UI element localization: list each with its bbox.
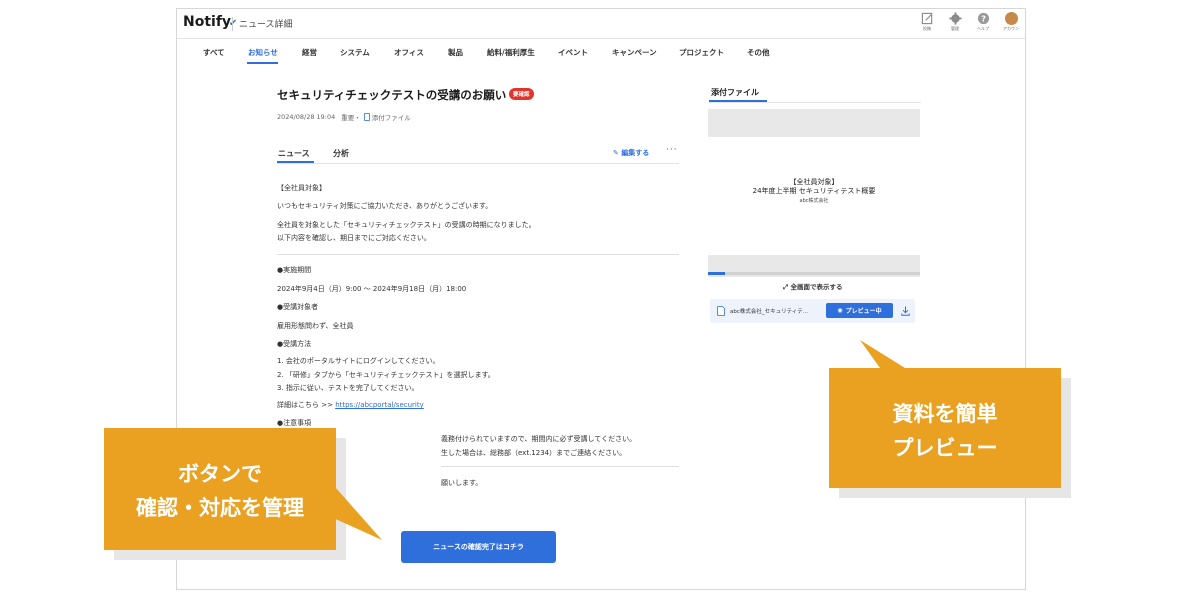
download-icon[interactable]: [901, 306, 910, 316]
tabs-divider: [277, 163, 679, 164]
article-title: セキュリティチェックテストの受講のお願い: [277, 88, 507, 102]
tab-analysis[interactable]: 分析: [333, 148, 349, 159]
article-attachment-link[interactable]: 添付ファイル: [372, 112, 411, 122]
category-nav: すべて お知らせ 経営 システム オフィス 製品 給料/福利厚生 イベント キャ…: [177, 39, 1025, 65]
attachments-divider: [709, 102, 921, 103]
nav-item-benefits[interactable]: 給料/福利厚生: [487, 47, 535, 58]
notes-divider: [441, 466, 679, 467]
callout-manage-buttons: ボタンで 確認・対応を管理: [104, 428, 336, 550]
nav-item-products[interactable]: 製品: [448, 47, 463, 58]
help-icon: ?: [977, 12, 989, 25]
body-greeting: いつもセキュリティ対策にご協力いただき、ありがとうございます。: [277, 202, 493, 210]
more-options-button[interactable]: ···: [666, 145, 678, 155]
callout-right-line-1: 資料を簡単: [892, 402, 998, 426]
attachment-file-row[interactable]: abc株式会社_セキュリティテ... ◉ プレビュー中: [710, 299, 915, 323]
svg-text:?: ?: [981, 13, 986, 23]
callout-left-line-2: 確認・対応を管理: [136, 496, 304, 520]
nav-item-system[interactable]: システム: [340, 47, 370, 58]
tab-news[interactable]: ニュース: [278, 148, 310, 159]
nav-item-management[interactable]: 経営: [302, 47, 317, 58]
nav-item-notices[interactable]: お知らせ: [248, 47, 278, 58]
body-intro-2: 以下内容を確認し、期日までにご対応ください。: [277, 234, 431, 242]
body-target: 【全社員対象】: [277, 184, 326, 192]
article-meta: 2024/08/28 19:04 重要・ 添付ファイル: [277, 112, 411, 122]
page-title: ニュース詳細: [239, 20, 293, 30]
pencil-icon: ✎: [613, 149, 619, 157]
avatar: [1004, 12, 1018, 25]
body-intro-1: 全社員を対象とした「セキュリティチェックテスト」の受講の時期になりました。: [277, 221, 536, 229]
audience-heading: ●受講対象者: [277, 303, 319, 311]
header-divider: [232, 17, 233, 31]
preview-progress-fill: [708, 272, 725, 275]
method-step-3: 3. 指示に従い、テストを完了してください。: [277, 384, 419, 392]
details-line: 詳細はこちら >> https://abcportal/security: [277, 401, 424, 409]
edit-button[interactable]: ✎ 編集する: [613, 148, 649, 158]
help-button[interactable]: ? ヘルプ: [969, 12, 997, 38]
note-2: 生した場合は、総務部（ext.1234）までご連絡ください。: [441, 449, 627, 457]
post-icon: [921, 12, 932, 25]
expand-icon: ⤢: [783, 283, 789, 291]
notes-heading: ●注意事項: [277, 419, 312, 427]
details-link[interactable]: https://abcportal/security: [335, 401, 424, 409]
status-badge: 要確認: [509, 88, 534, 100]
period-heading: ●実施期間: [277, 266, 312, 274]
gear-icon: [948, 12, 962, 25]
file-icon: [717, 306, 725, 316]
method-heading: ●受講方法: [277, 340, 312, 348]
callout-left-line-1: ボタンで: [178, 462, 262, 486]
closing-text: 願いします。: [441, 479, 483, 487]
paperclip-icon: [363, 113, 370, 121]
confirm-read-button[interactable]: ニュースの確認完了はコチラ: [401, 531, 556, 563]
preview-line-2: 24年度上半期 セキュリティテスト概要: [752, 187, 876, 195]
preview-line-3: abc株式会社: [799, 198, 829, 204]
nav-item-all[interactable]: すべて: [203, 47, 225, 58]
article-datetime: 2024/08/28 19:04: [277, 113, 336, 121]
period-text: 2024年9月4日（月）9:00 ～ 2024年9月18日（月）18:00: [277, 285, 467, 293]
body-divider: [277, 254, 679, 255]
nav-item-office[interactable]: オフィス: [394, 47, 424, 58]
eye-icon: ◉: [837, 307, 843, 314]
nav-item-events[interactable]: イベント: [558, 47, 588, 58]
method-step-2: 2. 「研修」タブから「セキュリティチェックテスト」を選択します。: [277, 371, 495, 379]
header-icons: 投稿 管理 ? ヘルプ アカウン: [913, 12, 1025, 38]
preview-progress-bar: [708, 272, 920, 275]
fullscreen-button[interactable]: ⤢ 全画面で表示する: [783, 281, 842, 292]
note-1: 義務付けられていますので、期間内に必ず受講してください。: [441, 435, 637, 443]
preview-button[interactable]: ◉ プレビュー中: [826, 303, 893, 318]
logo-check-icon: ✔: [229, 18, 238, 29]
attachments-title: 添付ファイル: [711, 88, 759, 97]
attachment-file-name: abc株式会社_セキュリティテ...: [730, 309, 809, 315]
method-step-1: 1. 会社のポータルサイトにログインしてください。: [277, 357, 440, 365]
nav-item-other[interactable]: その他: [747, 47, 770, 58]
account-button[interactable]: アカウン: [997, 12, 1025, 38]
audience-text: 雇用形態問わず、全社員: [277, 322, 354, 330]
article-importance: 重要・: [341, 114, 361, 122]
attachment-preview[interactable]: 【全社員対象】 24年度上半期 セキュリティテスト概要 abc株式会社: [708, 109, 920, 277]
app-header: Notify✔ ニュース詳細 投稿 管理 ? ヘルプ アカウン: [177, 9, 1025, 39]
post-button[interactable]: 投稿: [913, 12, 941, 38]
app-logo[interactable]: Notify✔: [183, 14, 237, 30]
nav-item-project[interactable]: プロジェクト: [679, 47, 724, 58]
callout-easy-preview: 資料を簡単 プレビュー: [829, 368, 1061, 488]
nav-item-campaign[interactable]: キャンペーン: [612, 47, 657, 58]
preview-page: 【全社員対象】 24年度上半期 セキュリティテスト概要 abc株式会社: [708, 137, 920, 255]
admin-button[interactable]: 管理: [941, 12, 969, 38]
nav-active-indicator: [247, 62, 278, 64]
callout-right-line-2: プレビュー: [892, 436, 998, 460]
